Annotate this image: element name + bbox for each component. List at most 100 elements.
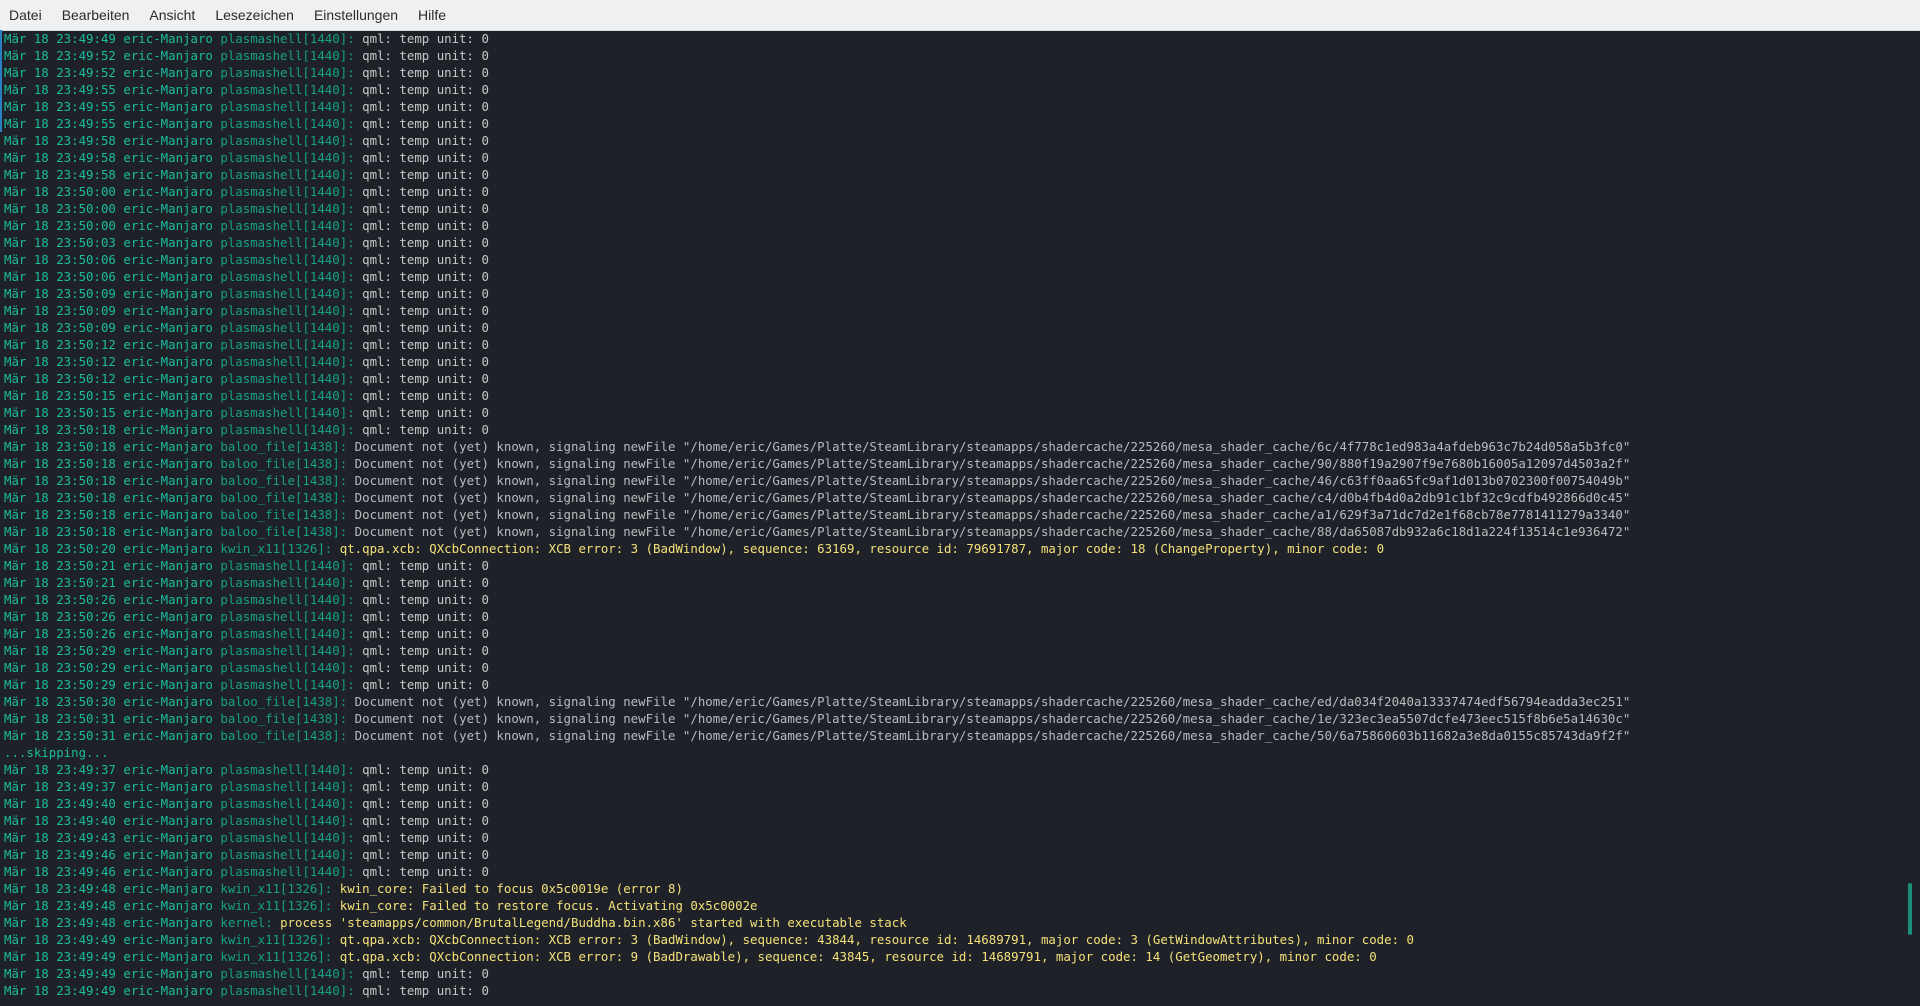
log-host: eric-Manjaro xyxy=(123,269,213,284)
log-timestamp: Mär 18 23:49:55 xyxy=(4,82,116,97)
log-process: baloo_file[1438]: xyxy=(220,711,348,726)
log-line: Mär 18 23:49:49 eric-Manjaro kwin_x11[13… xyxy=(0,948,1900,965)
menu-hilfe[interactable]: Hilfe xyxy=(408,0,456,30)
log-line: Mär 18 23:49:55 eric-Manjaro plasmashell… xyxy=(0,115,1900,132)
scrollbar-thumb[interactable] xyxy=(1908,883,1912,935)
log-line: Mär 18 23:49:52 eric-Manjaro plasmashell… xyxy=(0,64,1900,81)
log-line: Mär 18 23:50:21 eric-Manjaro plasmashell… xyxy=(0,574,1900,591)
log-message: qml: temp unit: 0 xyxy=(362,150,489,165)
log-timestamp: Mär 18 23:50:30 xyxy=(4,694,116,709)
log-message: qml: temp unit: 0 xyxy=(362,65,489,80)
log-host: eric-Manjaro xyxy=(123,286,213,301)
log-process: baloo_file[1438]: xyxy=(220,456,348,471)
log-timestamp: Mär 18 23:49:49 xyxy=(4,932,116,947)
menu-ansicht[interactable]: Ansicht xyxy=(139,0,205,30)
log-process: baloo_file[1438]: xyxy=(220,473,348,488)
log-line: Mär 18 23:50:18 eric-Manjaro baloo_file[… xyxy=(0,472,1900,489)
log-line: ...skipping... xyxy=(0,744,1900,761)
log-message: Document not (yet) known, signaling newF… xyxy=(354,490,1631,505)
log-process: plasmashell[1440]: xyxy=(220,269,355,284)
menu-datei[interactable]: Datei xyxy=(0,0,52,30)
log-process: baloo_file[1438]: xyxy=(220,694,348,709)
log-host: eric-Manjaro xyxy=(123,558,213,573)
menu-lesezeichen[interactable]: Lesezeichen xyxy=(205,0,304,30)
log-process: plasmashell[1440]: xyxy=(220,626,355,641)
log-timestamp: Mär 18 23:50:09 xyxy=(4,303,116,318)
log-line: Mär 18 23:49:46 eric-Manjaro plasmashell… xyxy=(0,846,1900,863)
log-timestamp: Mär 18 23:49:48 xyxy=(4,915,116,930)
log-line: Mär 18 23:50:06 eric-Manjaro plasmashell… xyxy=(0,268,1900,285)
log-host: eric-Manjaro xyxy=(123,643,213,658)
log-process: plasmashell[1440]: xyxy=(220,575,355,590)
log-message: kwin_core: Failed to focus 0x5c0019e (er… xyxy=(339,881,683,896)
log-host: eric-Manjaro xyxy=(123,252,213,267)
log-host: eric-Manjaro xyxy=(123,660,213,675)
log-timestamp: Mär 18 23:50:29 xyxy=(4,643,116,658)
log-process: plasmashell[1440]: xyxy=(220,830,355,845)
log-timestamp: Mär 18 23:49:49 xyxy=(4,949,116,964)
log-timestamp: Mär 18 23:49:37 xyxy=(4,779,116,794)
log-line: Mär 18 23:49:58 eric-Manjaro plasmashell… xyxy=(0,149,1900,166)
menu-bearbeiten[interactable]: Bearbeiten xyxy=(52,0,140,30)
menu-einstellungen[interactable]: Einstellungen xyxy=(304,0,408,30)
log-timestamp: Mär 18 23:49:58 xyxy=(4,133,116,148)
skip-marker: ...skipping... xyxy=(4,745,109,760)
log-process: plasmashell[1440]: xyxy=(220,388,355,403)
log-process: plasmashell[1440]: xyxy=(220,609,355,624)
log-host: eric-Manjaro xyxy=(123,677,213,692)
log-timestamp: Mär 18 23:50:26 xyxy=(4,592,116,607)
log-message: qml: temp unit: 0 xyxy=(362,184,489,199)
log-message: qt.qpa.xcb: QXcbConnection: XCB error: 3… xyxy=(339,932,1414,947)
log-host: eric-Manjaro xyxy=(123,388,213,403)
log-host: eric-Manjaro xyxy=(123,507,213,522)
log-timestamp: Mär 18 23:50:20 xyxy=(4,541,116,556)
log-timestamp: Mär 18 23:50:31 xyxy=(4,728,116,743)
log-timestamp: Mär 18 23:50:18 xyxy=(4,490,116,505)
log-message: qml: temp unit: 0 xyxy=(362,337,489,352)
log-process: plasmashell[1440]: xyxy=(220,983,355,998)
log-host: eric-Manjaro xyxy=(123,150,213,165)
log-host: eric-Manjaro xyxy=(123,235,213,250)
log-timestamp: Mär 18 23:49:40 xyxy=(4,796,116,811)
log-line: Mär 18 23:49:49 eric-Manjaro plasmashell… xyxy=(0,982,1900,999)
log-timestamp: Mär 18 23:50:00 xyxy=(4,201,116,216)
log-line: Mär 18 23:49:55 eric-Manjaro plasmashell… xyxy=(0,81,1900,98)
log-message: qml: temp unit: 0 xyxy=(362,966,489,981)
log-timestamp: Mär 18 23:50:29 xyxy=(4,660,116,675)
terminal-output[interactable]: Mär 18 23:49:49 eric-Manjaro plasmashell… xyxy=(0,30,1900,1006)
log-timestamp: Mär 18 23:50:21 xyxy=(4,575,116,590)
log-message: qml: temp unit: 0 xyxy=(362,609,489,624)
log-timestamp: Mär 18 23:49:49 xyxy=(4,966,116,981)
log-host: eric-Manjaro xyxy=(123,626,213,641)
log-line: Mär 18 23:50:31 eric-Manjaro baloo_file[… xyxy=(0,710,1900,727)
log-timestamp: Mär 18 23:49:46 xyxy=(4,864,116,879)
log-message: Document not (yet) known, signaling newF… xyxy=(354,439,1631,454)
log-host: eric-Manjaro xyxy=(123,303,213,318)
log-message: qml: temp unit: 0 xyxy=(362,575,489,590)
log-message: qml: temp unit: 0 xyxy=(362,779,489,794)
log-message: Document not (yet) known, signaling newF… xyxy=(354,694,1631,709)
log-process: plasmashell[1440]: xyxy=(220,354,355,369)
log-process: plasmashell[1440]: xyxy=(220,218,355,233)
log-timestamp: Mär 18 23:50:06 xyxy=(4,252,116,267)
log-host: eric-Manjaro xyxy=(123,524,213,539)
log-process: plasmashell[1440]: xyxy=(220,762,355,777)
log-line: Mär 18 23:50:12 eric-Manjaro plasmashell… xyxy=(0,370,1900,387)
log-message: qml: temp unit: 0 xyxy=(362,252,489,267)
log-process: kwin_x11[1326]: xyxy=(220,932,333,947)
log-line: Mär 18 23:50:15 eric-Manjaro plasmashell… xyxy=(0,404,1900,421)
log-host: eric-Manjaro xyxy=(123,796,213,811)
log-host: eric-Manjaro xyxy=(123,473,213,488)
log-host: eric-Manjaro xyxy=(123,456,213,471)
log-timestamp: Mär 18 23:49:55 xyxy=(4,116,116,131)
log-host: eric-Manjaro xyxy=(123,541,213,556)
log-timestamp: Mär 18 23:50:18 xyxy=(4,456,116,471)
log-message: Document not (yet) known, signaling newF… xyxy=(354,456,1631,471)
log-line: Mär 18 23:50:09 eric-Manjaro plasmashell… xyxy=(0,319,1900,336)
vertical-scrollbar[interactable] xyxy=(1906,30,1914,1006)
log-host: eric-Manjaro xyxy=(123,371,213,386)
log-timestamp: Mär 18 23:49:48 xyxy=(4,881,116,896)
log-message: qml: temp unit: 0 xyxy=(362,31,489,46)
log-timestamp: Mär 18 23:49:43 xyxy=(4,830,116,845)
log-line: Mär 18 23:49:37 eric-Manjaro plasmashell… xyxy=(0,778,1900,795)
